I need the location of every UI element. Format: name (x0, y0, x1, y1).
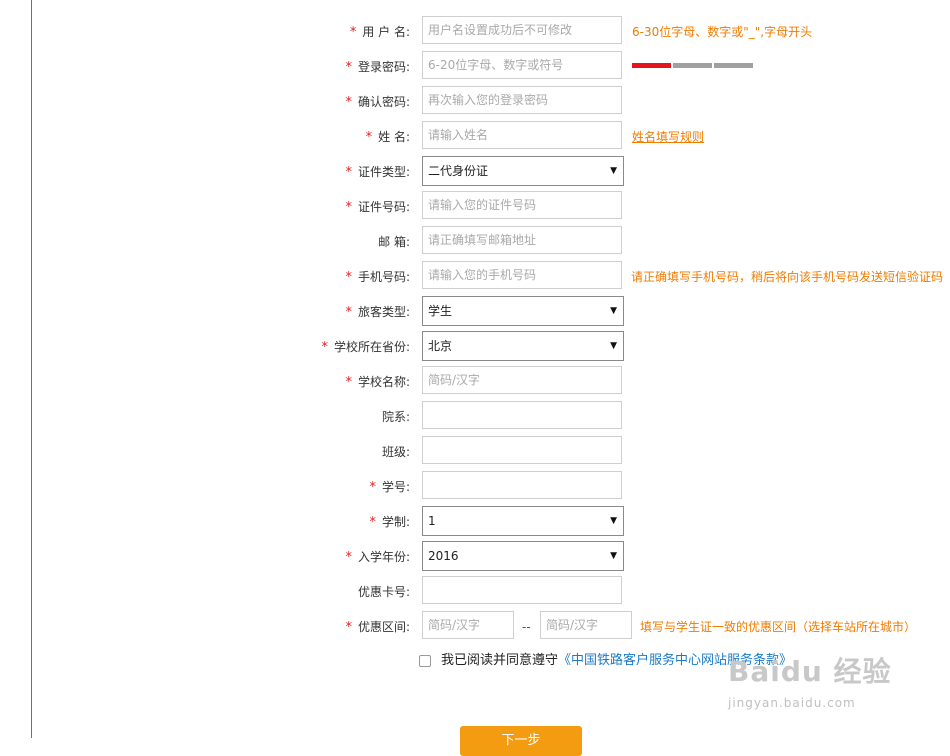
student-id-label: * 学号: (369, 480, 410, 495)
enroll-year-label-wrap: * 入学年份: (240, 542, 410, 572)
username-label-wrap: * 用 户 名: (240, 17, 410, 47)
enroll-year-label: * 入学年份: (345, 550, 410, 565)
required-mark: * (321, 340, 328, 355)
agreement-label: 我已阅读并同意遵守 (441, 653, 559, 668)
required-mark: * (349, 25, 357, 40)
phone-hint: 请正确填写手机号码，稍后将向该手机号码发送短信验证码 (631, 270, 944, 284)
required-mark: * (345, 550, 352, 565)
id-number-label-wrap: * 证件号码: (240, 192, 410, 222)
required-mark: * (369, 515, 376, 530)
duration-label-wrap: * 学制: (240, 507, 410, 537)
duration-select[interactable]: 1 ▼ (422, 506, 624, 536)
strength-segment-3 (714, 63, 753, 68)
strength-segment-2 (673, 63, 712, 68)
discount-card-label-wrap: 优惠卡号: (240, 577, 410, 607)
chevron-down-icon: ▼ (610, 306, 617, 316)
discount-to-input[interactable] (540, 611, 632, 639)
name-input[interactable] (422, 121, 622, 149)
required-mark: * (345, 270, 352, 285)
id-type-select[interactable]: 二代身份证 ▼ (422, 156, 624, 186)
class-label-wrap: 班级: (240, 437, 410, 467)
username-label: * 用 户 名: (349, 25, 410, 40)
passenger-type-label: * 旅客类型: (345, 305, 410, 320)
enroll-year-value: 2016 (428, 549, 459, 563)
id-type-label: * 证件类型: (345, 165, 410, 180)
chevron-down-icon: ▼ (610, 516, 617, 526)
required-mark: * (345, 200, 352, 215)
watermark-logo-text: Baidu 经验 (728, 655, 892, 688)
range-separator: -- (522, 620, 531, 634)
watermark-url: jingyan.baidu.com (728, 696, 856, 710)
school-province-select[interactable]: 北京 ▼ (422, 331, 624, 361)
school-name-label: * 学校名称: (345, 375, 410, 390)
name-label-wrap: * 姓 名: (240, 122, 410, 152)
email-label-wrap: 邮 箱: (240, 227, 410, 257)
chevron-down-icon: ▼ (610, 341, 617, 351)
discount-range-hint: 填写与学生证一致的优惠区间（选择车站所在城市） (640, 620, 917, 634)
page-left-border (31, 0, 32, 738)
phone-input[interactable] (422, 261, 622, 289)
email-label: 邮 箱: (378, 235, 410, 249)
school-name-input[interactable] (422, 366, 622, 394)
passenger-type-value: 学生 (428, 304, 453, 318)
password-label-wrap: * 登录密码: (240, 52, 410, 82)
passenger-type-label-wrap: * 旅客类型: (240, 297, 410, 327)
department-input[interactable] (422, 401, 622, 429)
required-mark: * (345, 620, 352, 635)
username-input[interactable] (422, 16, 622, 44)
username-hint: 6-30位字母、数字或"_",字母开头 (632, 25, 813, 39)
chevron-down-icon: ▼ (610, 551, 617, 561)
department-label: 院系: (381, 410, 410, 424)
school-name-label-wrap: * 学校名称: (240, 367, 410, 397)
agreement-checkbox[interactable] (419, 655, 431, 667)
id-number-label: * 证件号码: (345, 200, 410, 215)
department-label-wrap: 院系: (240, 402, 410, 432)
duration-label: * 学制: (369, 515, 410, 530)
school-province-value: 北京 (428, 339, 453, 353)
enroll-year-select[interactable]: 2016 ▼ (422, 541, 624, 571)
class-input[interactable] (422, 436, 622, 464)
name-rules-link[interactable]: 姓名填写规则 (632, 130, 704, 144)
confirm-password-label: * 确认密码: (345, 95, 410, 110)
required-mark: * (345, 375, 352, 390)
name-hint: 姓名填写规则 (632, 122, 704, 152)
phone-label: * 手机号码: (345, 270, 410, 285)
chevron-down-icon: ▼ (610, 166, 617, 176)
name-label: * 姓 名: (365, 130, 410, 145)
confirm-password-label-wrap: * 确认密码: (240, 87, 410, 117)
password-input[interactable] (422, 51, 622, 79)
phone-label-wrap: * 手机号码: (240, 262, 410, 292)
duration-value: 1 (428, 514, 436, 528)
id-type-label-wrap: * 证件类型: (240, 157, 410, 187)
discount-range-label: * 优惠区间: (345, 620, 410, 635)
email-input[interactable] (422, 226, 622, 254)
discount-from-input[interactable] (422, 611, 514, 639)
id-type-value: 二代身份证 (428, 164, 489, 178)
class-label: 班级: (381, 445, 410, 459)
baidu-jingyan-watermark: Baidu 经验 jingyan.baidu.com (728, 650, 928, 720)
strength-segment-1 (632, 63, 671, 68)
confirm-password-input[interactable] (422, 86, 622, 114)
required-mark: * (365, 130, 373, 145)
required-mark: * (345, 165, 352, 180)
next-step-button[interactable]: 下一步 (460, 726, 582, 756)
required-mark: * (345, 305, 352, 320)
discount-range-label-wrap: * 优惠区间: (240, 612, 410, 642)
discount-card-input[interactable] (422, 576, 622, 604)
school-province-label-wrap: * 学校所在省份: (240, 332, 410, 362)
id-number-input[interactable] (422, 191, 622, 219)
student-id-input[interactable] (422, 471, 622, 499)
discount-card-label: 优惠卡号: (357, 585, 410, 599)
school-province-label: * 学校所在省份: (321, 340, 410, 355)
required-mark: * (345, 95, 352, 110)
required-mark: * (369, 480, 376, 495)
student-id-label-wrap: * 学号: (240, 472, 410, 502)
password-label: * 登录密码: (345, 60, 410, 75)
required-mark: * (345, 60, 352, 75)
passenger-type-select[interactable]: 学生 ▼ (422, 296, 624, 326)
